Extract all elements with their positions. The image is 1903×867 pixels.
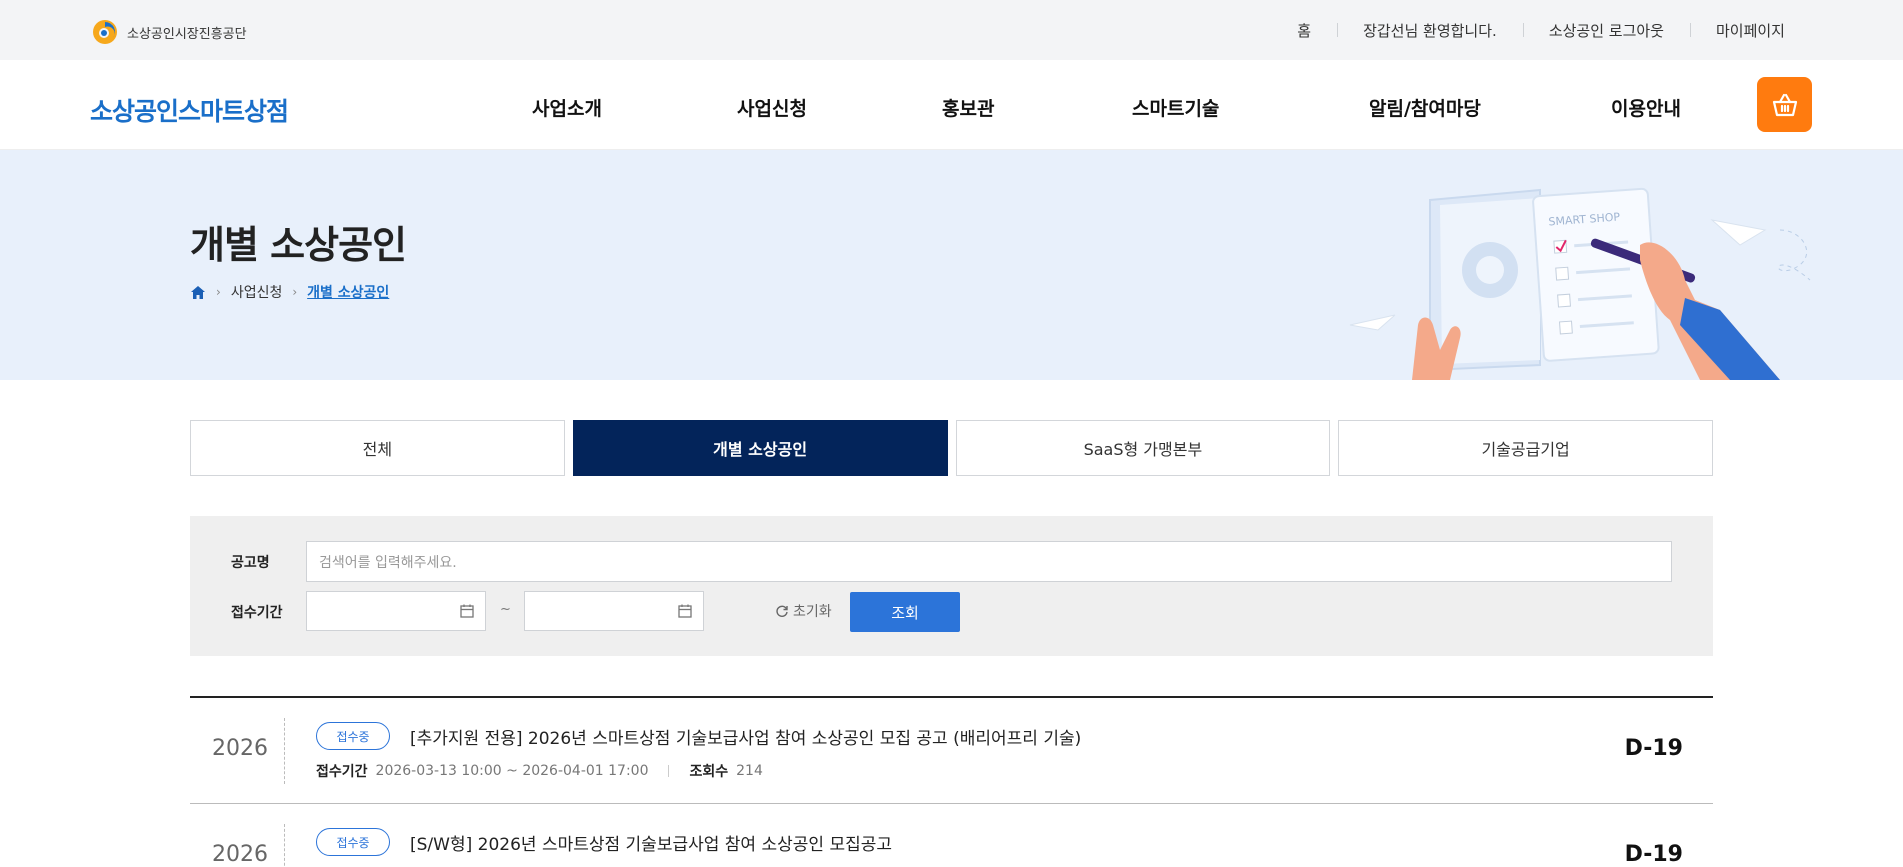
menu-item-intro[interactable]: 사업소개 xyxy=(532,94,602,121)
org-logo-icon xyxy=(93,20,117,44)
reset-button[interactable]: 초기화 xyxy=(775,601,832,621)
period-meta-label: 접수기간 xyxy=(316,764,368,780)
tab-all[interactable]: 전체 xyxy=(190,420,565,476)
status-badge: 접수중 xyxy=(316,722,390,750)
page-title: 개별 소상공인 xyxy=(190,223,407,267)
date-range-separator: ~ xyxy=(500,602,511,617)
dday-badge: D-19 xyxy=(1624,842,1683,867)
menu-item-smart-tech[interactable]: 스마트기술 xyxy=(1132,94,1219,121)
divider xyxy=(668,765,670,777)
period-value: 2026-03-13 10:00 ~ 2026-04-01 17:00 xyxy=(375,763,649,779)
notice-name-label: 공고명 xyxy=(231,555,270,571)
notice-year: 2026 xyxy=(212,736,268,761)
notice-year: 2026 xyxy=(212,842,268,867)
reset-label: 초기화 xyxy=(793,604,832,620)
org-name: 소상공인시장진흥공단 xyxy=(127,26,247,42)
period-label: 접수기간 xyxy=(231,605,283,621)
breadcrumb-item-apply[interactable]: 사업신청 xyxy=(231,282,283,302)
menu-item-notice[interactable]: 알림/참여마당 xyxy=(1369,94,1481,121)
tab-individual[interactable]: 개별 소상공인 xyxy=(572,420,948,476)
search-button[interactable]: 조회 xyxy=(850,592,960,632)
main-nav: 소상공인스마트상점 사업소개 사업신청 홍보관 스마트기술 알림/참여마당 이용… xyxy=(0,60,1903,150)
chevron-right-icon: › xyxy=(292,285,298,299)
search-panel: 공고명 검색어를 입력해주세요. 접수기간 ~ 초기화 조회 xyxy=(190,516,1713,656)
list-item[interactable]: 2026 접수중 [추가지원 전용] 2026년 스마트상점 기술보급사업 참여… xyxy=(190,698,1713,804)
breadcrumb: › 사업신청 › 개별 소상공인 xyxy=(190,282,389,302)
views-label: 조회수 xyxy=(689,764,729,780)
category-tabs: 전체 개별 소상공인 SaaS형 가맹본부 기술공급기업 xyxy=(190,420,1713,476)
menu-item-guide[interactable]: 이용안내 xyxy=(1611,94,1681,121)
chevron-right-icon: › xyxy=(216,285,221,299)
cart-button[interactable] xyxy=(1757,77,1812,132)
tab-tech-supplier[interactable]: 기술공급기업 xyxy=(1338,420,1713,476)
notice-title[interactable]: [S/W형] 2026년 스마트상점 기술보급사업 참여 소상공인 모집공고 xyxy=(410,830,892,855)
list-item[interactable]: 2026 접수중 [S/W형] 2026년 스마트상점 기술보급사업 참여 소상… xyxy=(190,804,1713,867)
refresh-icon xyxy=(776,605,788,617)
calendar-icon[interactable] xyxy=(459,603,475,619)
utility-links: 홈 장갑선님 환영합니다. 소상공인 로그아웃 마이페이지 xyxy=(1271,0,1785,60)
views-value: 214 xyxy=(736,763,763,779)
start-date-field[interactable] xyxy=(306,591,486,631)
dday-badge: D-19 xyxy=(1624,736,1683,761)
smart-shop-illustration: SMART SHOP xyxy=(1349,187,1811,380)
page-hero: 개별 소상공인 › 사업신청 › 개별 소상공인 SMART SHOP xyxy=(0,150,1903,380)
gnb-menu: 사업소개 사업신청 홍보관 스마트기술 알림/참여마당 이용안내 xyxy=(0,60,1903,150)
mypage-link[interactable]: 마이페이지 xyxy=(1689,20,1785,41)
end-date-field[interactable] xyxy=(524,591,704,631)
search-input[interactable]: 검색어를 입력해주세요. xyxy=(306,541,1672,582)
menu-item-promo[interactable]: 홍보관 xyxy=(942,94,994,121)
status-badge: 접수중 xyxy=(316,828,390,856)
welcome-text: 장갑선님 환영합니다. xyxy=(1337,20,1523,41)
menu-item-apply[interactable]: 사업신청 xyxy=(737,94,807,121)
notice-meta: 접수기간 2026-03-13 10:00 ~ 2026-04-01 17:00… xyxy=(316,761,763,781)
logout-link[interactable]: 소상공인 로그아웃 xyxy=(1522,20,1690,41)
breadcrumb-current[interactable]: 개별 소상공인 xyxy=(307,282,389,302)
home-link[interactable]: 홈 xyxy=(1271,20,1337,41)
notice-title[interactable]: [추가지원 전용] 2026년 스마트상점 기술보급사업 참여 소상공인 모집 … xyxy=(410,724,1081,749)
divider xyxy=(284,718,285,784)
basket-icon xyxy=(1772,93,1797,116)
tab-saas-franchise[interactable]: SaaS형 가맹본부 xyxy=(955,420,1331,476)
divider xyxy=(284,824,285,867)
org-logo[interactable]: 소상공인시장진흥공단 xyxy=(91,19,247,45)
calendar-icon[interactable] xyxy=(677,603,693,619)
home-icon[interactable] xyxy=(190,285,206,300)
notice-list: 2026 접수중 [추가지원 전용] 2026년 스마트상점 기술보급사업 참여… xyxy=(190,696,1713,867)
utility-bar: 소상공인시장진흥공단 홈 장갑선님 환영합니다. 소상공인 로그아웃 마이페이지 xyxy=(0,0,1903,60)
